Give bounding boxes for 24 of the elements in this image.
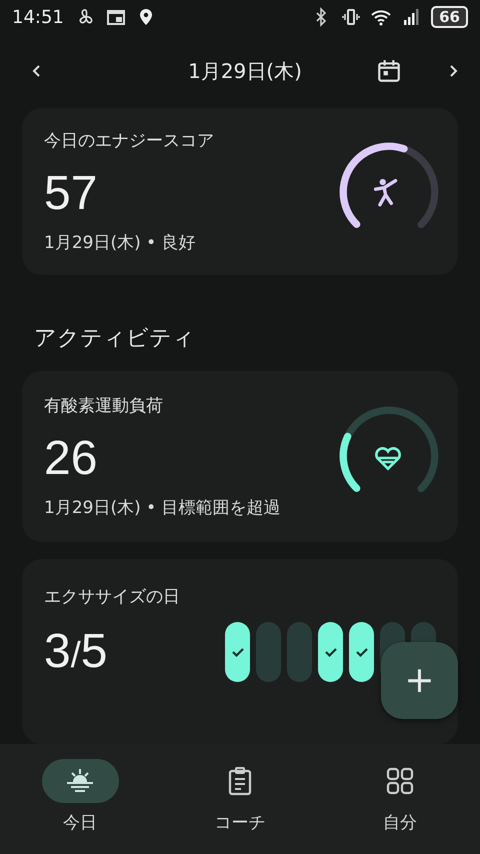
status-time: 14:51 [12, 6, 64, 28]
calendar-icon [106, 7, 126, 27]
card-subtitle: 1月29日(木) • 良好 [44, 232, 196, 254]
exercise-days-count: 3/5 [44, 624, 108, 680]
clipboard-icon [226, 766, 254, 796]
signal-icon [401, 7, 422, 27]
energy-score-card[interactable]: 今日のエナジースコア 57 1月29日(木) • 良好 [22, 108, 458, 276]
card-subtitle: 1月29日(木) • 目標範囲を超過 [44, 496, 281, 519]
sunrise-icon [64, 767, 96, 795]
battery-level: 66 [431, 6, 468, 28]
nav-tab[interactable]: 今日 [20, 758, 140, 835]
dashboard-icon [385, 766, 415, 796]
nav-tab[interactable]: 自分 [340, 758, 460, 835]
cardio-load-card[interactable]: 有酸素運動負荷 26 1月29日(木) • 目標範囲を超過 [22, 370, 458, 542]
cardio-load-score: 26 [44, 430, 98, 486]
card-title: エクササイズの日 [44, 586, 180, 608]
section-title: アクティビティ [34, 325, 196, 354]
nav-tab[interactable]: コーチ [180, 758, 300, 835]
energy-score: 57 [44, 166, 98, 222]
card-title: 今日のエナジースコア [44, 130, 214, 152]
card-title: 有酸素運動負荷 [44, 394, 163, 417]
add-button[interactable]: + [381, 642, 458, 719]
date-title: 1月29日(木) [187, 58, 303, 84]
vibrate-icon [341, 7, 362, 27]
